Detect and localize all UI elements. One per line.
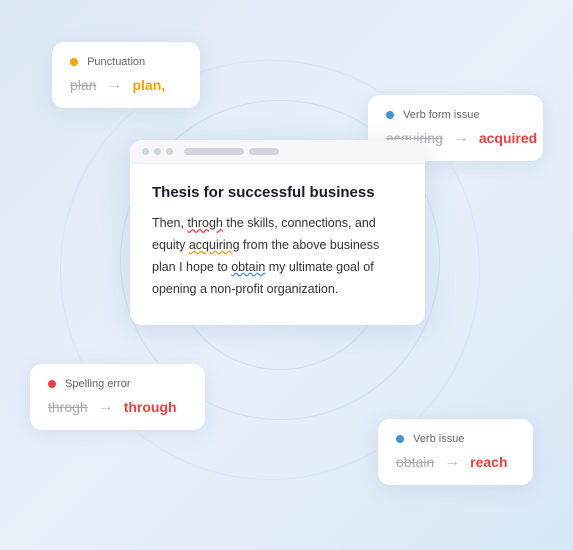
punctuation-label-text: Punctuation [87, 56, 145, 68]
verb-issue-label: Verb issue [396, 433, 515, 445]
punctuation-arrow: → [106, 76, 122, 94]
text-before-throgh: Then, [152, 216, 187, 230]
toolbar-dot-2 [154, 148, 161, 155]
verb-form-label: Verb form issue [386, 109, 525, 121]
text-throgh: throgh [187, 216, 222, 230]
punctuation-correction: plan → plan, [70, 76, 182, 94]
punctuation-corrected: plan, [132, 77, 165, 93]
spelling-correction: throgh → through [48, 398, 187, 416]
punctuation-dot [70, 58, 78, 66]
verb-issue-dot [396, 435, 404, 443]
spelling-card: Spelling error throgh → through [30, 364, 205, 430]
verb-form-label-text: Verb form issue [403, 109, 479, 121]
punctuation-card: Punctuation plan → plan, [52, 42, 200, 108]
punctuation-original: plan [70, 77, 96, 93]
spelling-label: Spelling error [48, 378, 187, 390]
verb-form-dot [386, 111, 394, 119]
main-document-card: Thesis for successful business Then, thr… [130, 140, 425, 325]
spelling-label-text: Spelling error [65, 378, 130, 390]
verb-issue-arrow: → [444, 453, 460, 471]
spelling-arrow: → [98, 398, 114, 416]
document-title: Thesis for successful business [152, 184, 403, 201]
verb-issue-label-text: Verb issue [413, 433, 464, 445]
verb-issue-correction: obtain → reach [396, 453, 515, 471]
toolbar-bar-1 [184, 148, 244, 155]
verb-issue-card: Verb issue obtain → reach [378, 419, 533, 485]
verb-form-corrected: acquired [479, 130, 537, 146]
spelling-corrected: through [124, 399, 177, 415]
toolbar-dot-3 [166, 148, 173, 155]
toolbar-bar-2 [249, 148, 279, 155]
spelling-dot [48, 380, 56, 388]
toolbar-dot-1 [142, 148, 149, 155]
verb-form-arrow: → [453, 129, 469, 147]
document-text: Then, throgh the skills, connections, an… [152, 213, 403, 301]
verb-issue-corrected: reach [470, 454, 507, 470]
toolbar [130, 140, 425, 164]
text-acquiring: acquiring [189, 238, 240, 252]
spelling-original: throgh [48, 399, 88, 415]
verb-issue-original: obtain [396, 454, 434, 470]
text-obtain: obtain [231, 260, 265, 274]
document-body: Thesis for successful business Then, thr… [130, 164, 425, 325]
punctuation-label: Punctuation [70, 56, 182, 68]
